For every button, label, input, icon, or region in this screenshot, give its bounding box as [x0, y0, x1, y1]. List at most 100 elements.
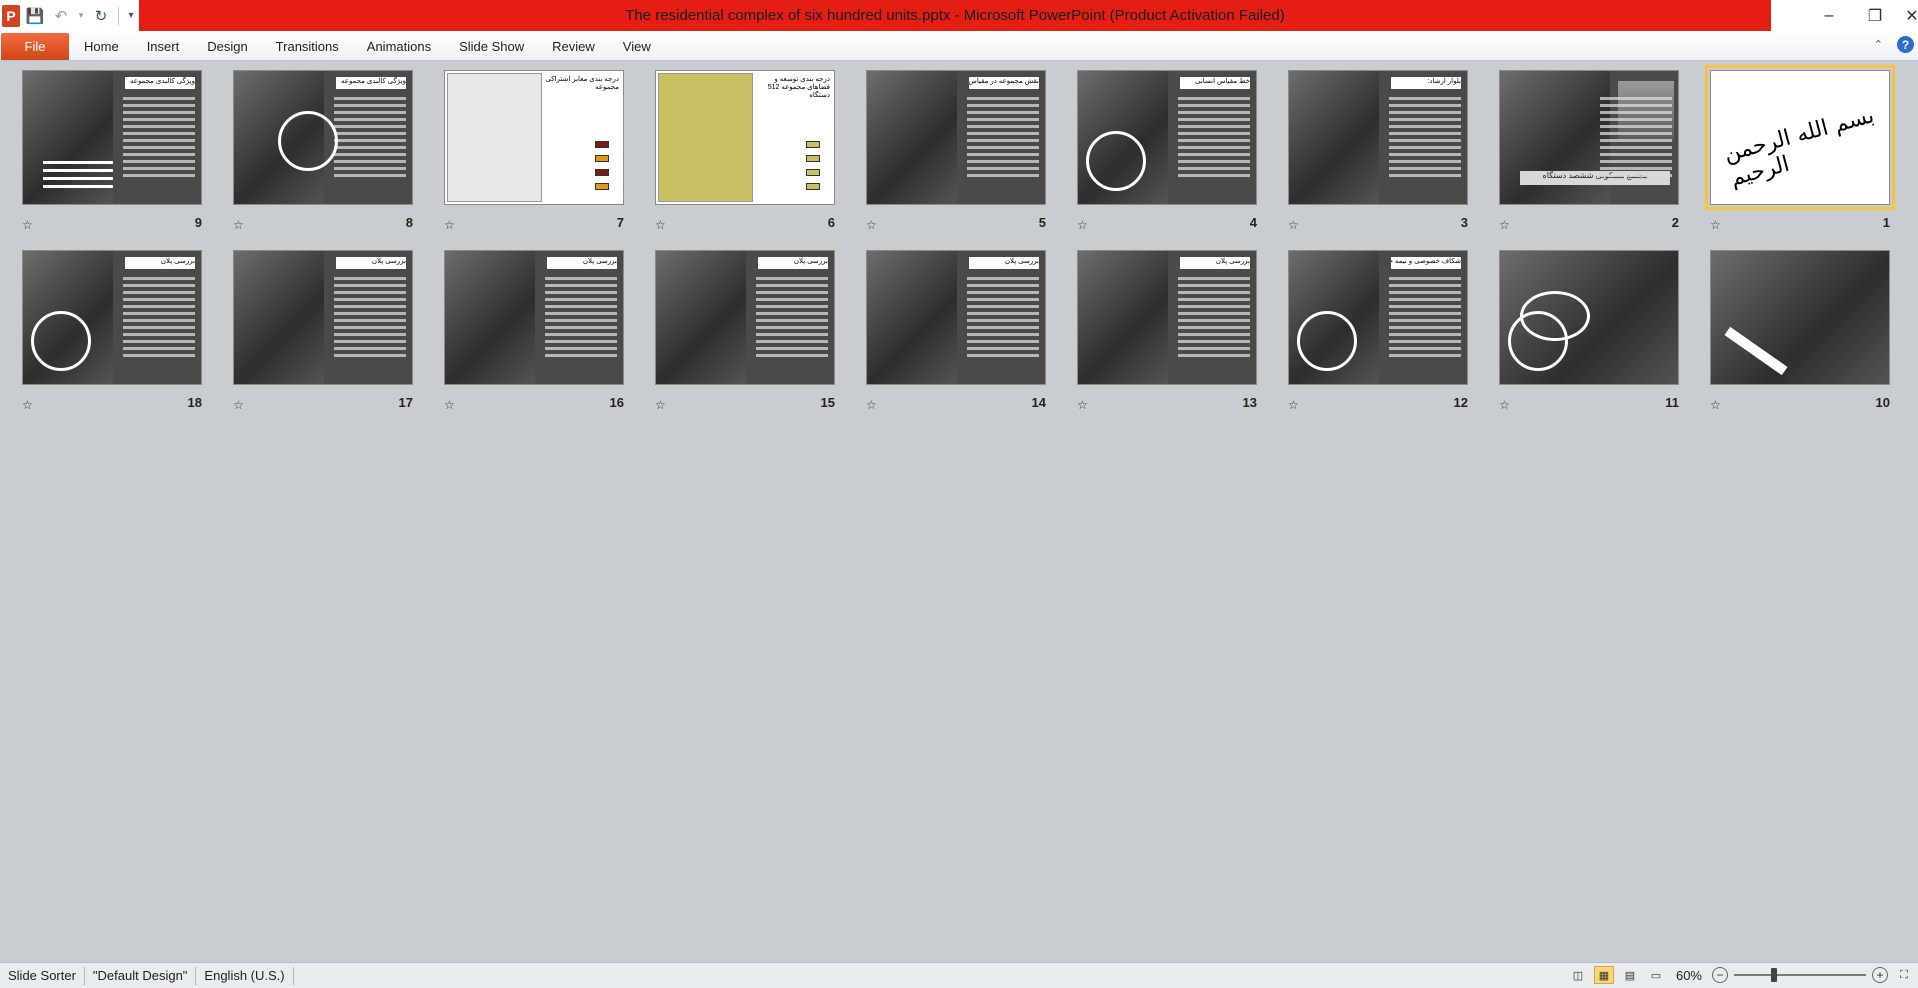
site-plan-map: [447, 73, 542, 202]
slide-heading: شکاف خصوصی و نیمه خصوصی: [1391, 257, 1461, 269]
transition-star-icon[interactable]: ☆: [444, 218, 455, 232]
tab-design[interactable]: Design: [193, 39, 261, 54]
slide-thumbnail-8[interactable]: ویژگی کالبدی مجموعه: [233, 70, 413, 205]
slide-show-view-button[interactable]: ▭: [1646, 966, 1666, 984]
transition-star-icon[interactable]: ☆: [1077, 218, 1088, 232]
transition-star-icon[interactable]: ☆: [1499, 398, 1510, 412]
slide-thumbnail-17[interactable]: بررسی پلان: [233, 250, 413, 385]
tab-insert[interactable]: Insert: [133, 39, 194, 54]
slide-heading: ویژگی کالبدی مجموعه: [125, 77, 195, 89]
minimize-ribbon-icon[interactable]: ⌃: [1874, 38, 1883, 51]
fit-to-window-button[interactable]: ⛶: [1894, 966, 1914, 984]
slide-body-text: [1178, 277, 1250, 361]
slide-photo: [1078, 251, 1168, 384]
zoom-slider[interactable]: [1734, 968, 1866, 982]
transition-star-icon[interactable]: ☆: [655, 218, 666, 232]
slide-thumbnail-6[interactable]: درجه بندی توسعه و فضاهای مجموعه 512 دستگ…: [655, 70, 835, 205]
slide-thumbnail-18[interactable]: بررسی پلان: [22, 250, 202, 385]
slide-thumbnail-9[interactable]: ویژگی کالبدی مجموعه: [22, 70, 202, 205]
slide-number: 18: [187, 395, 202, 410]
slide-number: 17: [398, 395, 413, 410]
window-title: The residential complex of six hundred u…: [625, 7, 1285, 24]
slide-thumbnail-2[interactable]: مجتمع مسکونی ششصد دستگاه: [1499, 70, 1679, 205]
slide-heading: درجه بندی توسعه و فضاهای مجموعه 512 دستگ…: [767, 76, 830, 99]
transition-star-icon[interactable]: ☆: [1077, 398, 1088, 412]
highlight-circle: [278, 111, 338, 171]
legend-swatch: [595, 169, 609, 176]
slide-photo: [445, 251, 535, 384]
slide-sorter-pane[interactable]: بسم الله الرحمن الرحیم 1 ☆ مجتمع مسکونی ششص…: [0, 62, 1918, 962]
slide-thumbnail-7[interactable]: درجه بندی معابر اشتراکی مجموعه: [444, 70, 624, 205]
zoom-in-button[interactable]: +: [1872, 967, 1888, 983]
slide-thumbnail-12[interactable]: شکاف خصوصی و نیمه خصوصی: [1288, 250, 1468, 385]
window-minimize-button[interactable]: –: [1806, 0, 1852, 31]
customize-toolbar-icon[interactable]: ▾: [125, 5, 137, 27]
slide-thumbnail-4[interactable]: خط مقیاس انسانی: [1077, 70, 1257, 205]
zoom-out-button[interactable]: −: [1712, 967, 1728, 983]
slide-thumbnail-13[interactable]: بررسی پلان: [1077, 250, 1257, 385]
tab-view[interactable]: View: [609, 39, 665, 54]
slide-heading: بررسی پلان: [1180, 257, 1250, 269]
legend-swatch: [595, 155, 609, 162]
window-close-button[interactable]: ✕: [1889, 0, 1918, 31]
tab-animations[interactable]: Animations: [353, 39, 445, 54]
file-tab[interactable]: File: [1, 33, 69, 60]
slide-thumbnail-11[interactable]: [1499, 250, 1679, 385]
normal-view-button[interactable]: ◫: [1568, 966, 1588, 984]
slide-heading: بررسی پلان: [547, 257, 617, 269]
transition-star-icon[interactable]: ☆: [22, 218, 33, 232]
slide-sorter-view-button[interactable]: ▦: [1593, 966, 1614, 984]
highlight-circle: [31, 311, 91, 371]
window-title-bar: The residential complex of six hundred u…: [139, 0, 1771, 31]
help-icon[interactable]: ?: [1897, 36, 1914, 53]
slide-photo: [867, 251, 957, 384]
transition-star-icon[interactable]: ☆: [22, 398, 33, 412]
slide-number: 8: [405, 215, 413, 230]
zoom-level-label[interactable]: 60%: [1676, 968, 1702, 983]
transition-star-icon[interactable]: ☆: [655, 398, 666, 412]
transition-star-icon[interactable]: ☆: [1288, 398, 1299, 412]
tab-slide-show[interactable]: Slide Show: [445, 39, 538, 54]
transition-star-icon[interactable]: ☆: [233, 398, 244, 412]
transition-star-icon[interactable]: ☆: [1288, 218, 1299, 232]
transition-star-icon[interactable]: ☆: [1710, 398, 1721, 412]
ribbon-tabs: Home Insert Design Transitions Animations Sli…: [70, 31, 665, 61]
slide-thumbnail-16[interactable]: بررسی پلان: [444, 250, 624, 385]
slide-body-text: [334, 97, 406, 181]
tab-review[interactable]: Review: [538, 39, 609, 54]
save-icon[interactable]: 💾: [24, 5, 46, 27]
transition-star-icon[interactable]: ☆: [233, 218, 244, 232]
slide-number: 15: [820, 395, 835, 410]
transition-star-icon[interactable]: ☆: [1710, 218, 1721, 232]
slide-thumbnail-3[interactable]: بلوار ارشاد:: [1288, 70, 1468, 205]
transition-star-icon[interactable]: ☆: [1499, 218, 1510, 232]
status-language[interactable]: English (U.S.): [196, 966, 294, 985]
status-theme-name[interactable]: "Default Design": [85, 966, 197, 985]
slide-thumbnail-10[interactable]: [1710, 250, 1890, 385]
slide-number: 16: [609, 395, 624, 410]
toolbar-divider: [118, 6, 119, 25]
tab-transitions[interactable]: Transitions: [262, 39, 353, 54]
slide-photo: [1289, 71, 1379, 204]
slide-thumbnail-15[interactable]: بررسی پلان: [655, 250, 835, 385]
slide-thumbnail-1[interactable]: بسم الله الرحمن الرحیم: [1705, 65, 1895, 210]
highlight-bar: [43, 169, 113, 172]
undo-dropdown-icon[interactable]: ▾: [76, 5, 86, 27]
transition-star-icon[interactable]: ☆: [866, 398, 877, 412]
transition-star-icon[interactable]: ☆: [444, 398, 455, 412]
slide-thumbnail-5[interactable]: نقش مجموعه در مقیاس شهری:: [866, 70, 1046, 205]
undo-icon[interactable]: ↶: [50, 5, 72, 27]
slide-number: 12: [1453, 395, 1468, 410]
zoom-slider-thumb[interactable]: [1770, 968, 1777, 982]
slide-body-text: [334, 277, 406, 361]
tab-home[interactable]: Home: [70, 39, 133, 54]
slide-body-text: [1389, 97, 1461, 181]
highlight-bar: [43, 185, 113, 188]
transition-star-icon[interactable]: ☆: [866, 218, 877, 232]
powerpoint-app-icon[interactable]: P: [2, 4, 20, 27]
redo-icon[interactable]: ↻: [90, 5, 112, 27]
reading-view-button[interactable]: ▤: [1620, 966, 1640, 984]
slide-number: 4: [1249, 215, 1257, 230]
slide-heading: بررسی پلان: [758, 257, 828, 269]
slide-thumbnail-14[interactable]: بررسی پلان: [866, 250, 1046, 385]
